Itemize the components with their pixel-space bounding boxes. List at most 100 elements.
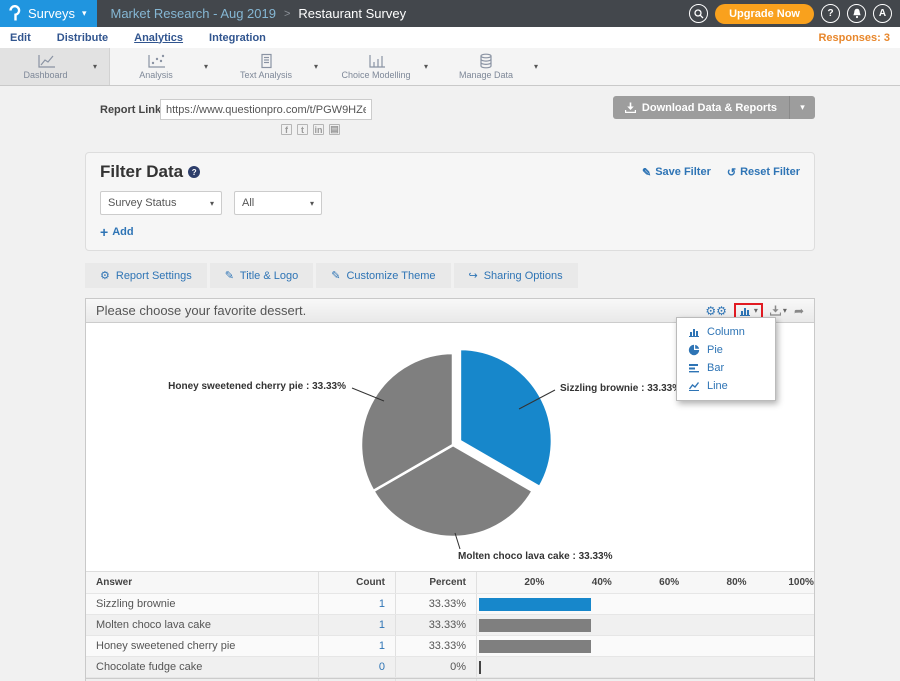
chevron-down-icon: ▾ [783, 306, 787, 315]
scatter-chart-icon [145, 53, 167, 69]
add-filter-button[interactable]: + Add [100, 224, 800, 240]
chevron-down-icon[interactable]: ▾ [93, 62, 109, 71]
pie-label-honey-cherry-pie: Honey sweetened cherry pie : 33.33% [168, 381, 346, 392]
share-icon: ↪ [469, 269, 478, 282]
chart-settings-gears-icon[interactable]: ⚙⚙ [705, 304, 727, 318]
result-bar [479, 640, 591, 653]
notifications-button[interactable] [847, 4, 866, 23]
bar-axis: 20% 40% 60% 80% 100% [476, 572, 814, 593]
chevron-down-icon[interactable]: ▾ [424, 62, 440, 71]
count-cell: 1 [318, 636, 395, 656]
help-button[interactable]: ? [821, 4, 840, 23]
filter-data-title: Filter Data [100, 162, 183, 182]
linkedin-icon[interactable]: in [313, 124, 324, 135]
facebook-icon[interactable]: f [281, 124, 292, 135]
surveys-menu[interactable]: Surveys ▾ [0, 0, 97, 27]
edit-icon: ✎ [331, 269, 340, 282]
choice-modelling-chart-icon [365, 53, 387, 69]
toolbar-text-analysis[interactable]: Text Analysis ▾ [220, 48, 330, 85]
breadcrumb-separator: > [284, 8, 290, 20]
result-bar [479, 619, 591, 632]
filter-data-panel: Filter Data ? ✎ Save Filter ↺ Reset Filt… [85, 152, 815, 251]
responses-count[interactable]: Responses: 3 [818, 32, 890, 44]
tab-sharing-options[interactable]: ↪ Sharing Options [454, 263, 578, 288]
share-icons: f t in ▤ [281, 124, 340, 135]
axis-tick: 80% [679, 577, 746, 588]
toolbar-choice-modelling[interactable]: Choice Modelling ▾ [330, 48, 440, 85]
report-link-input[interactable] [160, 99, 372, 120]
menu-item-pie[interactable]: Pie [677, 341, 775, 359]
table-header-row: Answer Count Percent 20% 40% 60% 80% 100… [86, 572, 814, 594]
search-button[interactable] [689, 4, 708, 23]
download-icon [770, 305, 781, 316]
column-chart-icon [688, 327, 700, 337]
axis-tick: 100% [747, 577, 814, 588]
table-row: Molten choco lava cake 1 33.33% [86, 615, 814, 636]
survey-nav: Edit Distribute Analytics Integration Re… [0, 27, 900, 48]
reset-filter-button[interactable]: ↺ Reset Filter [727, 166, 800, 179]
tab-report-settings[interactable]: ⚙ Report Settings [85, 263, 207, 288]
toolbar-dashboard[interactable]: Dashboard ▾ [0, 48, 110, 85]
count-cell: 1 [318, 594, 395, 614]
breadcrumb-current: Restaurant Survey [298, 6, 406, 21]
report-link-label: Report Link [100, 100, 161, 120]
percent-cell: 33.33% [395, 594, 476, 614]
filter-value-select[interactable]: All ▾ [234, 191, 322, 215]
download-options-caret[interactable]: ▾ [789, 96, 815, 119]
table-row: Honey sweetened cherry pie 1 33.33% [86, 636, 814, 657]
nav-integration[interactable]: Integration [209, 32, 266, 44]
breadcrumb-parent[interactable]: Market Research - Aug 2019 [111, 6, 276, 21]
report-link-row: Report Link f t in ▤ Download Data & Rep… [85, 96, 815, 142]
analytics-toolbar: Dashboard ▾ Analysis ▾ [0, 48, 900, 86]
product-name: Surveys [28, 6, 75, 21]
answer-cell: Sizzling brownie [86, 594, 318, 614]
question-title: Please choose your favorite dessert. [96, 303, 306, 318]
toolbar-analysis[interactable]: Analysis ▾ [110, 48, 220, 85]
chart-type-menu: Column Pie Bar [676, 317, 776, 401]
save-filter-button[interactable]: ✎ Save Filter [642, 166, 711, 179]
line-chart-icon [35, 53, 57, 69]
line-chart-icon [688, 381, 700, 391]
pie-label-molten-choco: Molten choco lava cake : 33.33% [458, 551, 613, 562]
header-count: Count [318, 572, 395, 593]
chevron-down-icon[interactable]: ▾ [314, 62, 330, 71]
chevron-down-icon: ▾ [754, 306, 758, 315]
nav-analytics[interactable]: Analytics [134, 32, 183, 44]
account-button[interactable]: A [873, 4, 892, 23]
horizontal-bar-chart-icon [688, 363, 700, 373]
help-icon[interactable]: ? [188, 166, 200, 178]
answer-cell: Molten choco lava cake [86, 615, 318, 635]
top-bar: Surveys ▾ Market Research - Aug 2019 > R… [0, 0, 900, 27]
upgrade-now-button[interactable]: Upgrade Now [715, 4, 814, 24]
menu-item-bar[interactable]: Bar [677, 359, 775, 377]
toolbar-manage-data[interactable]: Manage Data ▾ [440, 48, 550, 85]
count-cell: 0 [318, 657, 395, 677]
questionpro-logo-icon [8, 5, 21, 22]
chart-download-button[interactable]: ▾ [770, 305, 787, 316]
database-icon [475, 53, 497, 69]
chevron-down-icon[interactable]: ▾ [534, 62, 550, 71]
axis-tick: 20% [477, 577, 544, 588]
chart-share-icon[interactable]: ➦ [794, 304, 804, 318]
plus-icon: + [100, 224, 108, 240]
chevron-down-icon[interactable]: ▾ [204, 62, 220, 71]
pie-chart-icon [688, 344, 700, 356]
embed-icon[interactable]: ▤ [329, 124, 340, 135]
percent-cell: 33.33% [395, 636, 476, 656]
tab-title-logo[interactable]: ✎ Title & Logo [210, 263, 314, 288]
search-icon [694, 9, 704, 19]
axis-tick: 60% [612, 577, 679, 588]
menu-item-line[interactable]: Line [677, 377, 775, 395]
twitter-icon[interactable]: t [297, 124, 308, 135]
tab-customize-theme[interactable]: ✎ Customize Theme [316, 263, 450, 288]
download-data-reports-button[interactable]: Download Data & Reports [613, 96, 789, 119]
menu-item-column[interactable]: Column [677, 323, 775, 341]
nav-distribute[interactable]: Distribute [57, 32, 108, 44]
header-percent: Percent [395, 572, 476, 593]
answer-cell: Honey sweetened cherry pie [86, 636, 318, 656]
nav-edit[interactable]: Edit [10, 32, 31, 44]
download-icon [625, 102, 636, 113]
filter-field-select[interactable]: Survey Status ▾ [100, 191, 222, 215]
gear-icon: ⚙ [100, 269, 110, 282]
table-row: Chocolate fudge cake 0 0% [86, 657, 814, 678]
